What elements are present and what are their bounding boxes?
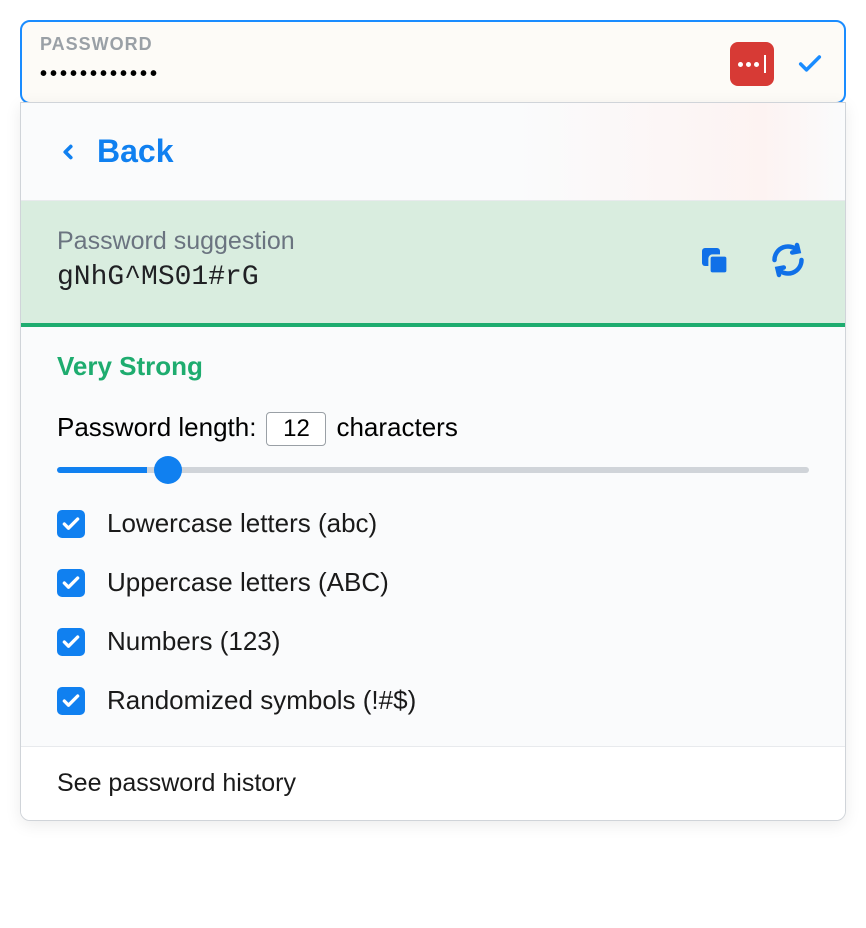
suggestion-text: Password suggestion gNhG^MS01#rG bbox=[57, 227, 295, 293]
checkbox-uppercase[interactable] bbox=[57, 569, 85, 597]
password-generator-popup: Back Password suggestion gNhG^MS01#rG bbox=[20, 102, 846, 821]
refresh-icon bbox=[770, 242, 806, 278]
app-icon-dots bbox=[738, 55, 766, 73]
option-uppercase-label: Uppercase letters (ABC) bbox=[107, 567, 389, 598]
check-icon bbox=[61, 691, 81, 711]
suggestion-actions bbox=[693, 239, 809, 281]
password-manager-icon[interactable] bbox=[730, 42, 774, 86]
slider-container bbox=[57, 460, 809, 478]
password-history-link[interactable]: See password history bbox=[21, 747, 845, 820]
check-icon bbox=[61, 573, 81, 593]
option-numbers[interactable]: Numbers (123) bbox=[57, 626, 809, 657]
popup-arrow bbox=[753, 102, 773, 103]
settings-section: Very Strong Password length: characters … bbox=[21, 327, 845, 747]
password-field-container: PASSWORD •••••••••••• bbox=[20, 20, 846, 104]
length-label-suffix: characters bbox=[336, 412, 457, 443]
checkbox-symbols[interactable] bbox=[57, 687, 85, 715]
checkbox-numbers[interactable] bbox=[57, 628, 85, 656]
option-symbols[interactable]: Randomized symbols (!#$) bbox=[57, 685, 809, 716]
password-label: PASSWORD bbox=[40, 34, 160, 55]
length-input[interactable] bbox=[266, 412, 326, 446]
copy-icon bbox=[696, 242, 732, 278]
confirm-check-icon[interactable] bbox=[794, 48, 826, 80]
suggestion-value: gNhG^MS01#rG bbox=[57, 262, 295, 293]
back-button-label: Back bbox=[97, 133, 174, 170]
length-row: Password length: characters bbox=[57, 412, 809, 446]
option-numbers-label: Numbers (123) bbox=[107, 626, 280, 657]
option-lowercase-label: Lowercase letters (abc) bbox=[107, 508, 377, 539]
length-label-prefix: Password length: bbox=[57, 412, 256, 443]
suggestion-box: Password suggestion gNhG^MS01#rG bbox=[21, 201, 845, 327]
regenerate-button[interactable] bbox=[767, 239, 809, 281]
popup-header[interactable]: Back bbox=[21, 103, 845, 201]
suggestion-label: Password suggestion bbox=[57, 227, 295, 256]
length-slider[interactable] bbox=[57, 467, 809, 473]
option-uppercase[interactable]: Uppercase letters (ABC) bbox=[57, 567, 809, 598]
check-icon bbox=[61, 514, 81, 534]
option-symbols-label: Randomized symbols (!#$) bbox=[107, 685, 416, 716]
password-masked-value[interactable]: •••••••••••• bbox=[40, 63, 160, 86]
option-lowercase[interactable]: Lowercase letters (abc) bbox=[57, 508, 809, 539]
password-field-actions bbox=[730, 42, 826, 86]
checkbox-lowercase[interactable] bbox=[57, 510, 85, 538]
chevron-left-icon bbox=[57, 137, 79, 167]
strength-indicator: Very Strong bbox=[57, 351, 809, 382]
check-icon bbox=[61, 632, 81, 652]
password-field-left: PASSWORD •••••••••••• bbox=[40, 34, 160, 86]
copy-button[interactable] bbox=[693, 239, 735, 281]
